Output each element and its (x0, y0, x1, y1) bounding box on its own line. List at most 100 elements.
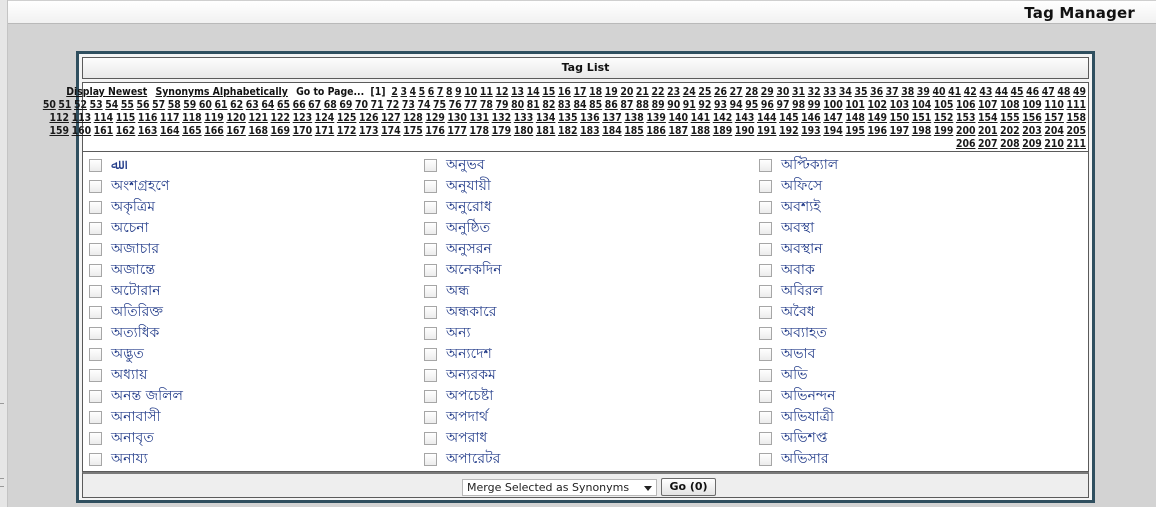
page-link[interactable]: 118 (182, 112, 202, 124)
page-link[interactable]: 45 (1011, 86, 1024, 98)
tag-checkbox[interactable] (759, 368, 772, 382)
tag-link[interactable]: অন্ধকারে (446, 303, 496, 321)
page-link[interactable]: 172 (337, 125, 357, 137)
page-link[interactable]: 121 (248, 112, 268, 124)
page-link[interactable]: 210 (1044, 138, 1064, 150)
page-link[interactable]: 95 (745, 99, 758, 111)
page-link[interactable]: 8 (446, 86, 453, 98)
tag-link[interactable]: অনুষ্ঠিত (446, 219, 490, 237)
page-link[interactable]: 167 (226, 125, 246, 137)
tag-checkbox[interactable] (89, 263, 102, 277)
page-link[interactable]: 54 (105, 99, 118, 111)
page-link[interactable]: 15 (542, 86, 555, 98)
page-link[interactable]: 62 (230, 99, 243, 111)
page-link[interactable]: 89 (652, 99, 665, 111)
page-link[interactable]: 150 (890, 112, 910, 124)
page-link[interactable]: 185 (624, 125, 644, 137)
tag-checkbox[interactable] (89, 326, 102, 340)
page-link[interactable]: 18 (589, 86, 602, 98)
page-link[interactable]: 110 (1044, 99, 1064, 111)
tag-link[interactable]: অনেকদিন (446, 261, 502, 279)
tag-link[interactable]: অনুরোধ (446, 198, 492, 216)
page-link[interactable]: 11 (480, 86, 493, 98)
tag-link[interactable]: অনায্য (111, 450, 148, 468)
page-link[interactable]: 88 (636, 99, 649, 111)
tag-checkbox[interactable] (759, 452, 772, 466)
page-link[interactable]: 174 (381, 125, 401, 137)
tag-checkbox[interactable] (89, 431, 102, 445)
tag-link[interactable]: অনুসরন (446, 240, 492, 258)
page-link[interactable]: 27 (730, 86, 743, 98)
page-link[interactable]: 85 (589, 99, 602, 111)
page-link[interactable]: 31 (792, 86, 805, 98)
tag-link[interactable]: অনন্ত জলিল (111, 387, 183, 405)
page-link[interactable]: 127 (381, 112, 401, 124)
tag-link[interactable]: অধ্যায় (111, 366, 147, 384)
page-link[interactable]: 42 (964, 86, 977, 98)
tag-checkbox[interactable] (759, 158, 772, 172)
page-link[interactable]: 194 (823, 125, 843, 137)
tag-checkbox[interactable] (759, 221, 772, 235)
tag-checkbox[interactable] (424, 326, 437, 340)
tag-checkbox[interactable] (424, 263, 437, 277)
tag-checkbox[interactable] (89, 410, 102, 424)
page-link[interactable]: 12 (495, 86, 508, 98)
page-link[interactable]: 183 (580, 125, 600, 137)
page-link[interactable]: 159 (49, 125, 69, 137)
tag-checkbox[interactable] (759, 389, 772, 403)
tag-link[interactable]: অনুযায়ী (446, 177, 491, 195)
page-link[interactable]: 169 (271, 125, 291, 137)
tag-link[interactable]: অভাব (781, 345, 815, 363)
page-link[interactable]: 7 (437, 86, 444, 98)
tag-checkbox[interactable] (89, 242, 102, 256)
page-link[interactable]: 188 (691, 125, 711, 137)
page-link[interactable]: 195 (845, 125, 865, 137)
page-link[interactable]: 79 (495, 99, 508, 111)
tag-checkbox[interactable] (424, 452, 437, 466)
page-link[interactable]: 3 (400, 86, 407, 98)
page-link[interactable]: 22 (652, 86, 665, 98)
page-link[interactable]: 182 (558, 125, 578, 137)
tag-link[interactable]: অচেনা (111, 219, 149, 237)
page-link[interactable]: 25 (698, 86, 711, 98)
page-link[interactable]: 66 (293, 99, 306, 111)
tag-link[interactable]: অবাক (781, 261, 815, 279)
display-newest-link[interactable]: Display Newest (66, 86, 147, 98)
page-link[interactable]: 191 (757, 125, 777, 137)
page-link[interactable]: 13 (511, 86, 524, 98)
page-link[interactable]: 58 (168, 99, 181, 111)
merge-action-select[interactable]: Merge Selected as Synonyms (462, 479, 657, 496)
page-link[interactable]: 21 (636, 86, 649, 98)
page-link[interactable]: 144 (757, 112, 777, 124)
tag-link[interactable]: অদ্ভুত (111, 345, 144, 363)
page-link[interactable]: 78 (480, 99, 493, 111)
page-link[interactable]: 143 (735, 112, 755, 124)
page-link[interactable]: 108 (1000, 99, 1020, 111)
page-link[interactable]: 34 (839, 86, 852, 98)
page-link[interactable]: 60 (199, 99, 212, 111)
tag-checkbox[interactable] (424, 221, 437, 235)
page-link[interactable]: 14 (527, 86, 540, 98)
page-link[interactable]: 17 (573, 86, 586, 98)
tag-checkbox[interactable] (89, 158, 102, 172)
page-link[interactable]: 186 (646, 125, 666, 137)
page-link[interactable]: 142 (713, 112, 733, 124)
page-link[interactable]: 134 (536, 112, 556, 124)
page-link[interactable]: 106 (956, 99, 976, 111)
page-link[interactable]: 168 (248, 125, 268, 137)
page-link[interactable]: 192 (779, 125, 799, 137)
tag-checkbox[interactable] (424, 368, 437, 382)
page-link[interactable]: 145 (779, 112, 799, 124)
page-link[interactable]: 86 (605, 99, 618, 111)
tag-checkbox[interactable] (424, 389, 437, 403)
page-link[interactable]: 46 (1026, 86, 1039, 98)
tag-link[interactable]: অতিরিক্ত (111, 303, 163, 321)
page-link[interactable]: 111 (1066, 99, 1086, 111)
page-link[interactable]: 43 (979, 86, 992, 98)
page-link[interactable]: 207 (978, 138, 998, 150)
page-link[interactable]: 115 (116, 112, 136, 124)
page-link[interactable]: 75 (433, 99, 446, 111)
page-link[interactable]: 81 (527, 99, 540, 111)
page-link[interactable]: 136 (580, 112, 600, 124)
page-link[interactable]: 67 (308, 99, 321, 111)
